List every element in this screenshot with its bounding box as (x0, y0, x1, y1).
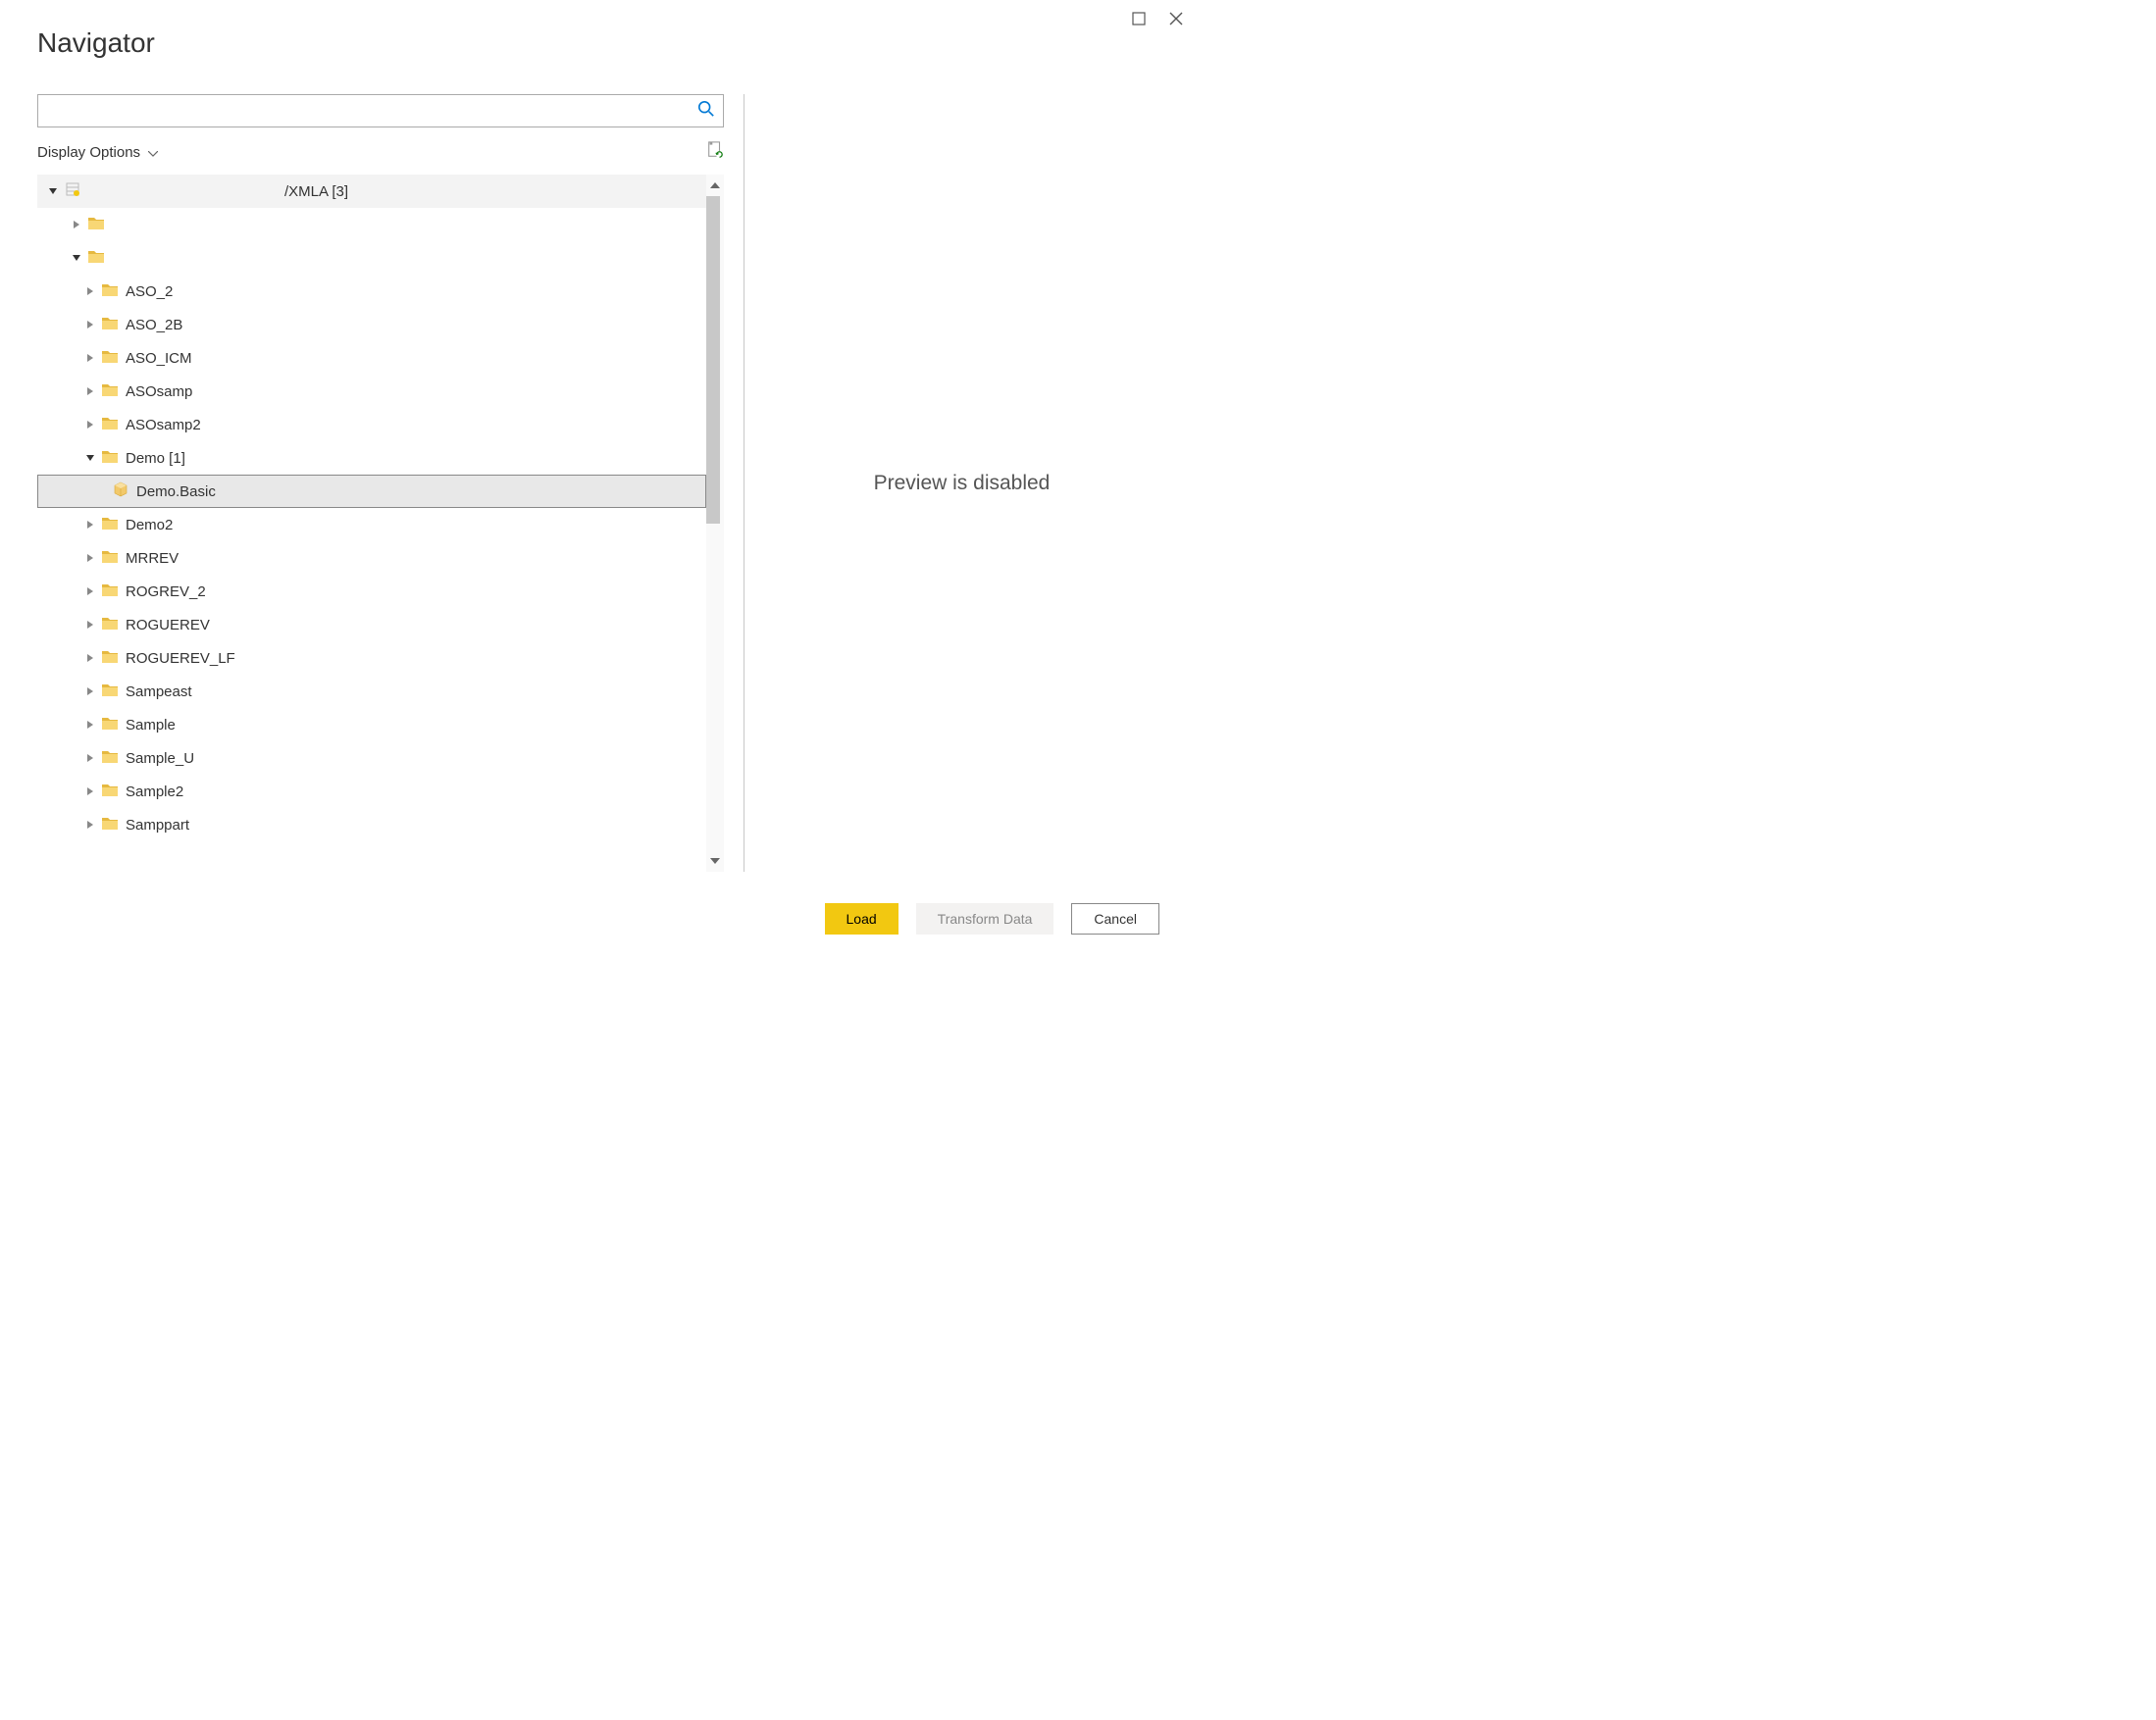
toggle-collapsed-icon[interactable] (84, 685, 96, 697)
tree-item-label: Sample_U (126, 750, 194, 767)
toggle-collapsed-icon[interactable] (84, 419, 96, 430)
toggle-collapsed-icon[interactable] (84, 352, 96, 364)
folder-icon (102, 616, 126, 633)
folder-icon (102, 649, 126, 667)
tree-item-label: Demo.Basic (136, 483, 216, 500)
tree-item-label: Demo2 (126, 517, 173, 533)
display-options-label: Display Options (37, 144, 140, 161)
toggle-expanded-icon[interactable] (47, 185, 59, 197)
folder-icon (88, 249, 112, 267)
chevron-down-icon (148, 144, 158, 161)
folder-icon (102, 449, 126, 467)
database-icon (65, 181, 88, 201)
load-button[interactable]: Load (825, 903, 898, 935)
toggle-collapsed-icon[interactable] (71, 219, 82, 230)
tree-item-label: ASOsamp (126, 383, 192, 400)
tree-root-label: /XMLA [3] (284, 183, 348, 200)
scroll-up-icon[interactable] (710, 177, 720, 194)
tree-folder-row[interactable]: ASO_2 (37, 275, 706, 308)
tree-item-label: Samppart (126, 817, 189, 834)
search-box[interactable] (37, 94, 724, 127)
folder-icon (102, 749, 126, 767)
tree-item-label: MRREV (126, 550, 179, 567)
tree-folder-row[interactable]: Sampeast (37, 675, 706, 708)
folder-icon (102, 816, 126, 834)
tree-item-label: ROGUEREV_LF (126, 650, 235, 667)
tree-folder-row[interactable]: Demo2 (37, 508, 706, 541)
tree-folder-row[interactable]: ASOsamp (37, 375, 706, 408)
tree-cube-demo-basic[interactable]: Demo.Basic (37, 475, 706, 508)
refresh-icon[interactable] (706, 141, 724, 164)
folder-icon (102, 349, 126, 367)
close-icon[interactable] (1169, 12, 1183, 30)
tree-folder-row[interactable]: ROGUEREV_LF (37, 641, 706, 675)
toggle-expanded-icon[interactable] (84, 452, 96, 464)
toggle-collapsed-icon[interactable] (84, 752, 96, 764)
toggle-collapsed-icon[interactable] (84, 385, 96, 397)
tree-folder-row[interactable] (37, 208, 706, 241)
tree-scrollbar[interactable] (706, 175, 724, 872)
cube-icon (113, 481, 136, 501)
folder-icon (102, 716, 126, 734)
tree-item-label: Sampeast (126, 683, 192, 700)
folder-icon (102, 282, 126, 300)
search-input[interactable] (48, 103, 697, 119)
folder-icon (102, 316, 126, 333)
toggle-collapsed-icon[interactable] (84, 785, 96, 797)
toggle-collapsed-icon[interactable] (84, 319, 96, 330)
toggle-collapsed-icon[interactable] (84, 719, 96, 731)
tree-folder-row[interactable]: ASO_ICM (37, 341, 706, 375)
display-options-dropdown[interactable]: Display Options (37, 144, 158, 161)
folder-icon (102, 416, 126, 433)
navigator-tree[interactable]: /XMLA [3] (37, 175, 706, 872)
tree-item-label: ASO_2 (126, 283, 173, 300)
dialog-title: Navigator (37, 27, 155, 59)
folder-icon (102, 549, 126, 567)
folder-icon (102, 382, 126, 400)
transform-data-button[interactable]: Transform Data (916, 903, 1054, 935)
tree-folder-row[interactable]: Sample (37, 708, 706, 741)
toggle-collapsed-icon[interactable] (84, 819, 96, 831)
tree-folder-demo[interactable]: Demo [1] (37, 441, 706, 475)
scroll-down-icon[interactable] (710, 852, 720, 870)
tree-folder-row[interactable]: ROGUEREV (37, 608, 706, 641)
toggle-collapsed-icon[interactable] (84, 285, 96, 297)
tree-folder-row[interactable]: Samppart (37, 808, 706, 841)
navigator-left-pane: Display Options (37, 94, 724, 872)
tree-item-label: Demo [1] (126, 450, 185, 467)
preview-pane: Preview is disabled (764, 94, 1159, 872)
folder-icon (102, 516, 126, 533)
tree-folder-row[interactable] (37, 241, 706, 275)
cancel-button[interactable]: Cancel (1071, 903, 1159, 935)
tree-item-label: Sample2 (126, 784, 183, 800)
tree-item-label: ASOsamp2 (126, 417, 201, 433)
toggle-collapsed-icon[interactable] (84, 552, 96, 564)
preview-disabled-text: Preview is disabled (874, 472, 1051, 495)
maximize-icon[interactable] (1132, 12, 1146, 30)
tree-folder-row[interactable]: ROGREV_2 (37, 575, 706, 608)
tree-folder-row[interactable]: MRREV (37, 541, 706, 575)
tree-item-label: Sample (126, 717, 176, 734)
tree-folder-row[interactable]: ASO_2B (37, 308, 706, 341)
tree-item-label: ROGREV_2 (126, 583, 206, 600)
tree-item-label: ROGUEREV (126, 617, 210, 633)
folder-icon (102, 683, 126, 700)
toggle-expanded-icon[interactable] (71, 252, 82, 264)
toggle-collapsed-icon[interactable] (84, 519, 96, 531)
tree-folder-row[interactable]: Sample2 (37, 775, 706, 808)
toggle-collapsed-icon[interactable] (84, 585, 96, 597)
tree-item-label: ASO_2B (126, 317, 182, 333)
scroll-thumb[interactable] (706, 196, 720, 524)
toggle-collapsed-icon[interactable] (84, 652, 96, 664)
tree-folder-row[interactable]: Sample_U (37, 741, 706, 775)
tree-folder-row[interactable]: ASOsamp2 (37, 408, 706, 441)
tree-item-label: ASO_ICM (126, 350, 192, 367)
toggle-collapsed-icon[interactable] (84, 619, 96, 631)
folder-icon (88, 216, 112, 233)
folder-icon (102, 783, 126, 800)
folder-icon (102, 582, 126, 600)
tree-root-row[interactable]: /XMLA [3] (37, 175, 706, 208)
search-icon[interactable] (697, 100, 715, 123)
